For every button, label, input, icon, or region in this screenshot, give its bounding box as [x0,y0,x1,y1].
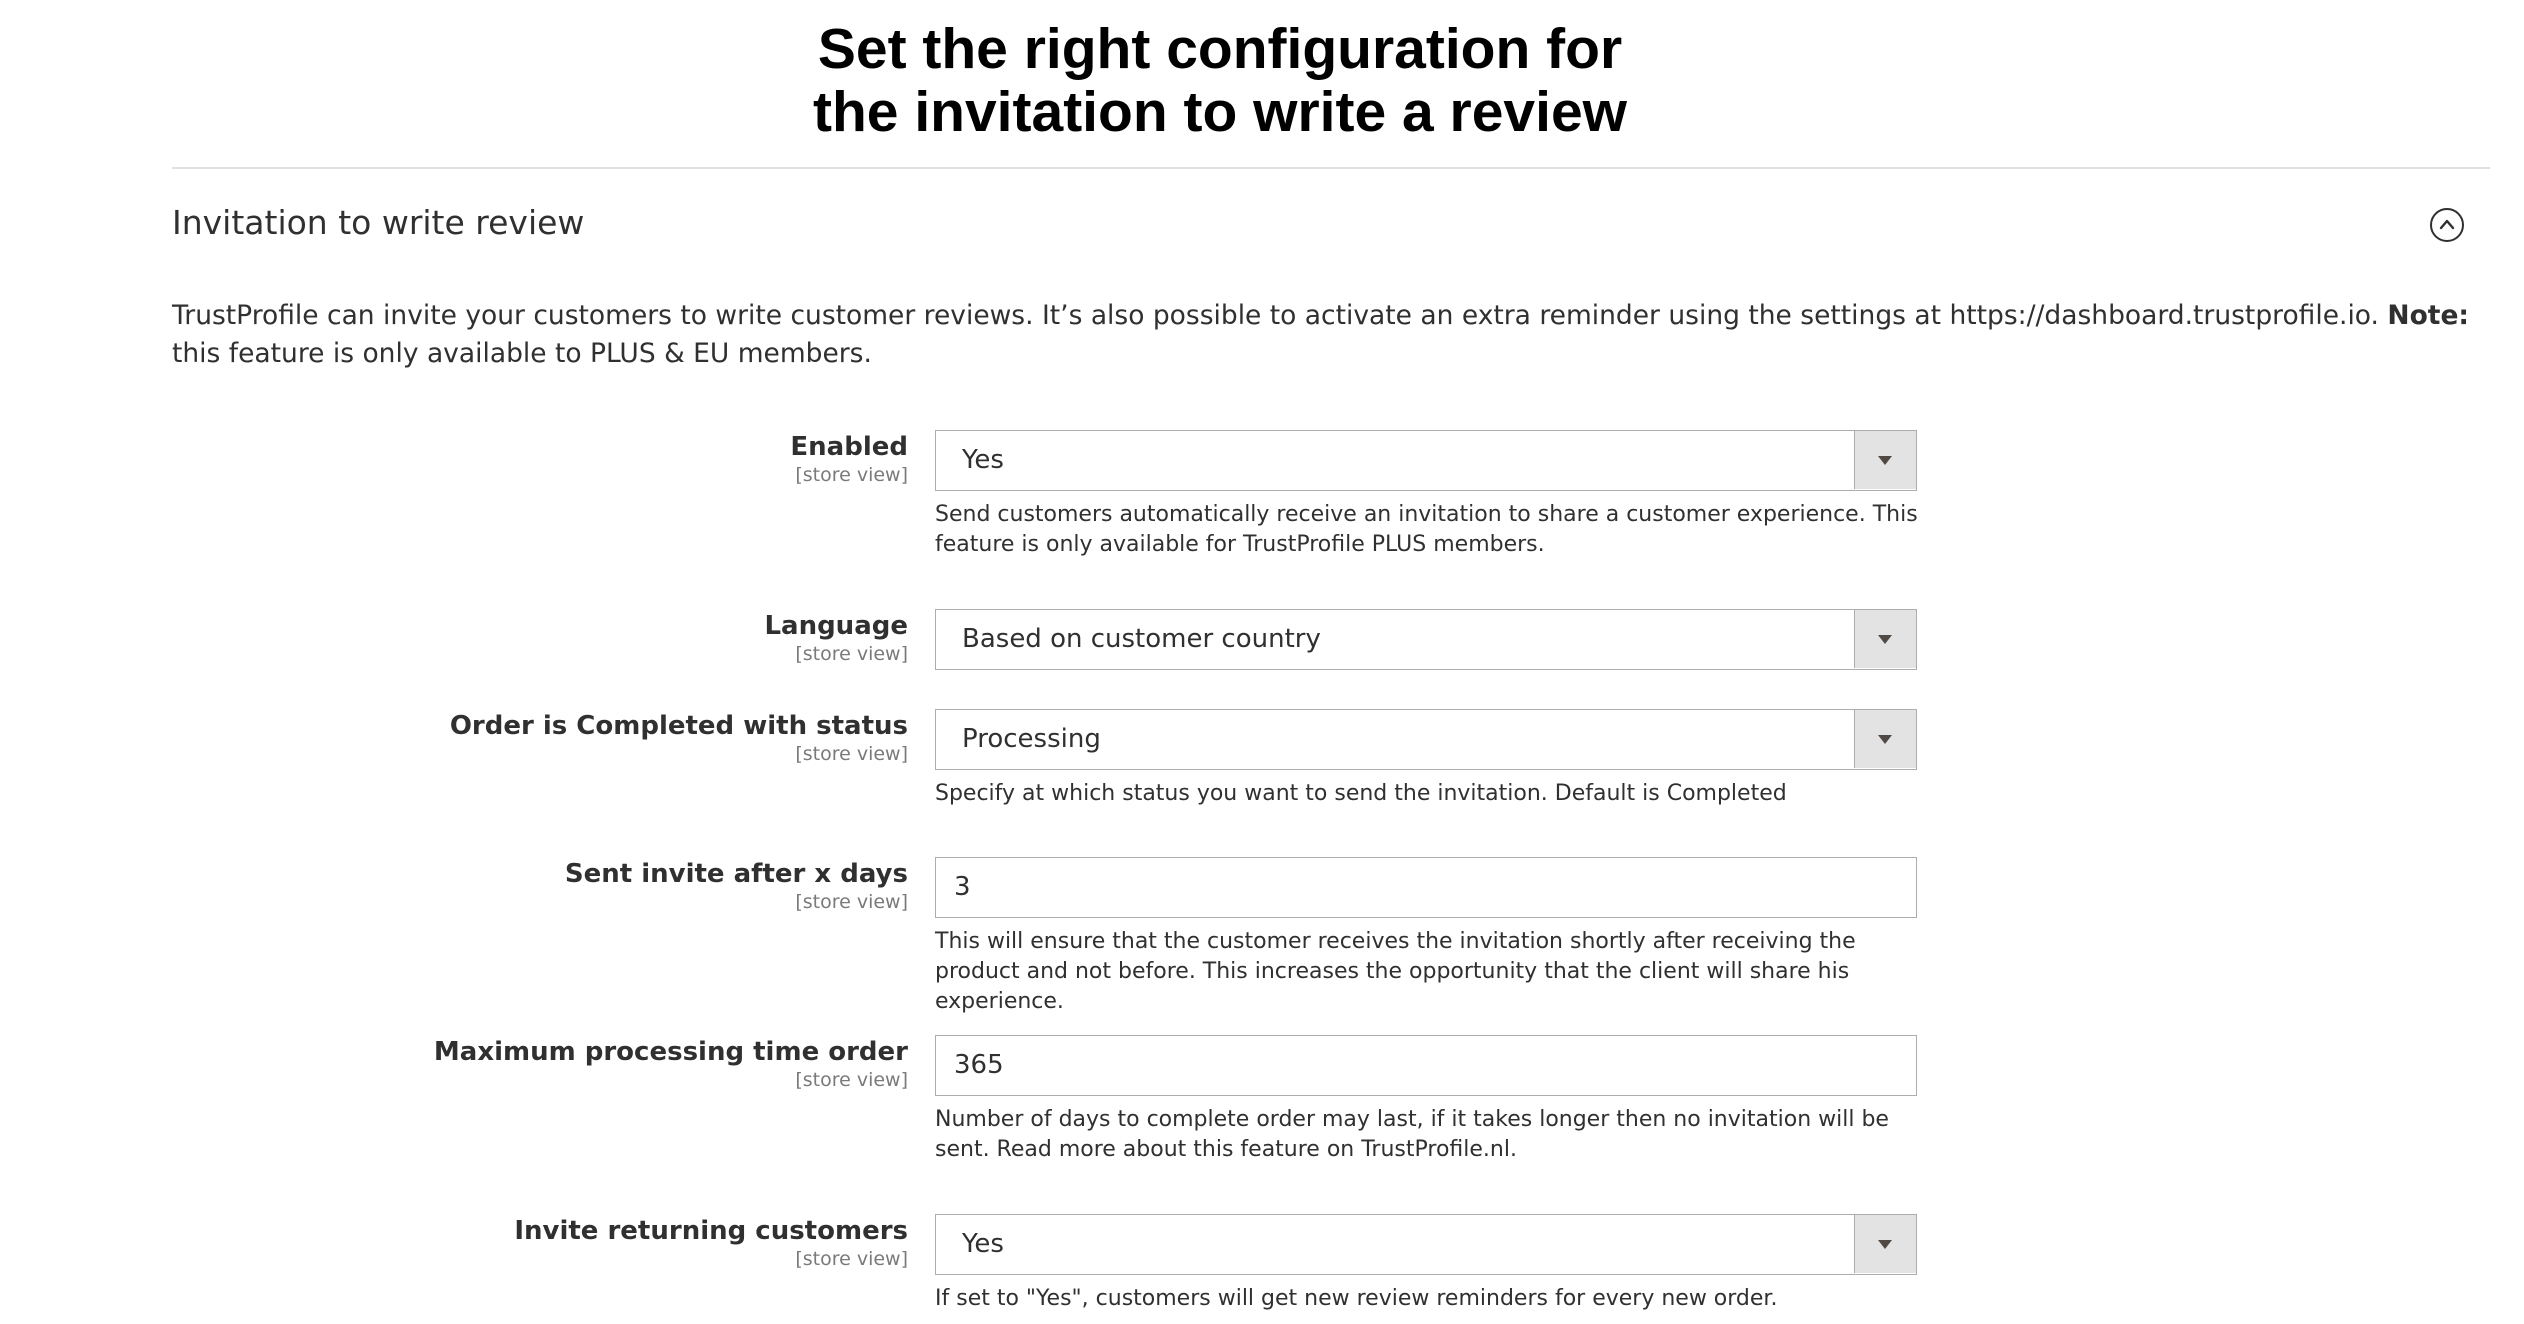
order-status-select[interactable]: Processing [935,709,1917,770]
invite-returning-select[interactable]: Yes [935,1214,1917,1275]
field-label-group: Enabled [store view] [790,430,908,486]
field-label: Sent invite after x days [564,859,908,889]
field-label-group: Maximum processing time order [store vie… [434,1035,908,1091]
field-note: Specify at which status you want to send… [935,781,1787,806]
chevron-down-icon [1878,735,1892,744]
enabled-select[interactable]: Yes [935,430,1917,491]
intro-text: TrustProfile can invite your customers t… [172,300,2388,331]
section-divider [172,167,2490,169]
select-value: Processing [962,724,1101,754]
section-title[interactable]: Invitation to write review [172,203,584,242]
field-label-group: Sent invite after x days [store view] [565,857,908,913]
intro-note-label: Note: [2387,300,2470,331]
dropdown-button[interactable] [1854,710,1916,768]
chevron-down-icon [1878,456,1892,465]
intro-note-text: this feature is only available to PLUS &… [172,338,872,369]
chevron-down-icon [1878,1240,1892,1249]
field-label: Maximum processing time order [433,1037,908,1067]
dropdown-button[interactable] [1854,431,1916,489]
field-scope: [store view] [795,743,908,765]
input-value: 3 [954,872,971,902]
max-processing-time-input[interactable]: 365 [935,1035,1917,1096]
headline-line-1: Set the right configuration for [817,17,1623,81]
section-intro: TrustProfile can invite your customers t… [172,297,2502,373]
collapse-section-button[interactable] [2430,208,2464,242]
dropdown-button[interactable] [1854,610,1916,668]
invite-delay-input[interactable]: 3 [935,857,1917,918]
page-headline: Set the right configuration for the invi… [0,18,2440,144]
field-note: This will ensure that the customer recei… [935,929,1856,1014]
field-scope: [store view] [795,464,908,486]
input-value: 365 [954,1050,1004,1080]
dropdown-button[interactable] [1854,1215,1916,1273]
field-label-group: Order is Completed with status [store vi… [450,709,908,765]
headline-line-2: the invitation to write a review [812,80,1627,144]
field-note: Send customers automatically receive an … [935,502,1918,557]
field-label: Enabled [790,432,908,462]
select-value: Based on customer country [962,624,1321,654]
field-label-group: Language [store view] [764,609,908,665]
field-label: Language [764,611,908,641]
select-value: Yes [962,445,1004,475]
field-label-group: Invite returning customers [store view] [514,1214,908,1270]
language-select[interactable]: Based on customer country [935,609,1917,670]
config-page: Set the right configuration for the invi… [0,0,2524,1324]
select-value: Yes [962,1229,1004,1259]
field-label: Order is Completed with status [449,711,908,741]
field-scope: [store view] [795,643,908,665]
field-scope: [store view] [795,1069,908,1091]
field-note: If set to "Yes", customers will get new … [935,1286,1778,1311]
field-scope: [store view] [795,1248,908,1270]
field-note: Number of days to complete order may las… [935,1107,1889,1162]
field-label: Invite returning customers [514,1216,908,1246]
field-scope: [store view] [795,891,908,913]
chevron-down-icon [1878,635,1892,644]
chevron-up-icon [2439,219,2455,230]
